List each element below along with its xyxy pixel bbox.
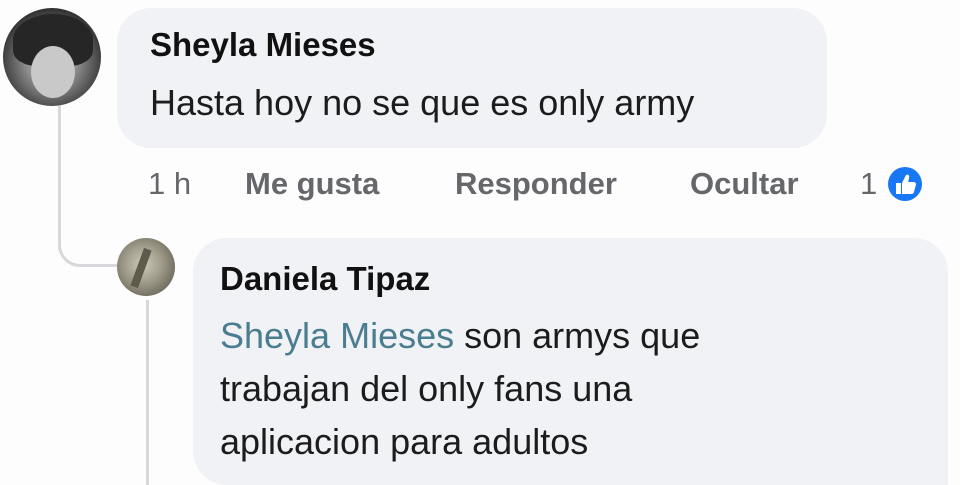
reply-button[interactable]: Responder bbox=[455, 166, 617, 202]
comment-timestamp[interactable]: 1 h bbox=[148, 166, 191, 202]
like-icon[interactable] bbox=[883, 162, 927, 206]
like-button[interactable]: Me gusta bbox=[245, 166, 379, 202]
avatar-face bbox=[31, 46, 75, 98]
mention-link[interactable]: Sheyla Mieses bbox=[220, 315, 454, 356]
thread-connector-curve bbox=[58, 225, 118, 267]
reply-text-line: aplicacion para adultos bbox=[220, 421, 589, 462]
reaction-count[interactable]: 1 bbox=[860, 166, 877, 202]
hide-button[interactable]: Ocultar bbox=[690, 166, 799, 202]
reply-text-line: trabajan del only fans una bbox=[220, 368, 633, 409]
reply-text-line: Sheyla Mieses son armys que bbox=[220, 315, 700, 357]
avatar-detail bbox=[130, 247, 152, 289]
comment-author[interactable]: Sheyla Mieses bbox=[150, 26, 376, 64]
reply-author[interactable]: Daniela Tipaz bbox=[220, 260, 430, 298]
reply-text-segment: son armys que bbox=[454, 315, 701, 356]
reply-thread-line bbox=[146, 300, 149, 485]
avatar[interactable] bbox=[3, 8, 101, 106]
comment-thread: Sheyla Mieses Hasta hoy no se que es onl… bbox=[0, 0, 960, 485]
reply-avatar[interactable] bbox=[117, 238, 175, 296]
comment-text: Hasta hoy no se que es only army bbox=[150, 82, 695, 123]
